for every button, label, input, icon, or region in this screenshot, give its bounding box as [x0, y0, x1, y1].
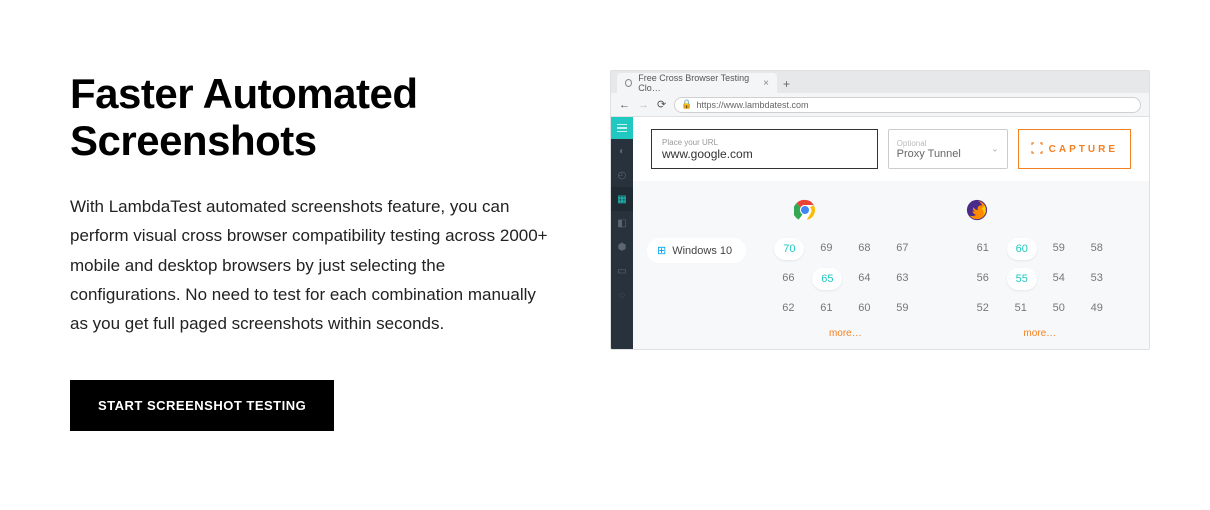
capture-label: CAPTURE: [1049, 144, 1118, 155]
chrome-version-59[interactable]: 59: [888, 298, 916, 318]
firefox-version-56[interactable]: 56: [969, 268, 997, 288]
sidebar-item-integrations[interactable]: ⬢: [611, 235, 633, 259]
firefox-version-55[interactable]: 55: [1007, 268, 1037, 290]
firefox-version-59[interactable]: 59: [1045, 238, 1073, 258]
sidebar-item-responsive[interactable]: ◧: [611, 211, 633, 235]
browser-tab[interactable]: Free Cross Browser Testing Clo… ×: [617, 73, 777, 93]
chrome-version-65[interactable]: 65: [812, 268, 842, 290]
forward-icon[interactable]: →: [638, 99, 649, 111]
os-selector[interactable]: ⊞ Windows 10: [647, 238, 746, 263]
os-row: ⊞ Windows 10 70 69 68 67 66 65 64 63 62 61 60 59 mo…: [647, 238, 1135, 339]
url-value: www.google.com: [662, 147, 867, 161]
tab-title: Free Cross Browser Testing Clo…: [638, 73, 757, 93]
sidebar-item-screenshots[interactable]: ▦: [611, 187, 633, 211]
address-input[interactable]: 🔒 https://www.lambdatest.com: [674, 97, 1141, 113]
sidebar-item-logs[interactable]: ▭: [611, 259, 633, 283]
chrome-version-64[interactable]: 64: [850, 268, 878, 288]
embedded-screenshot: Free Cross Browser Testing Clo… × + ← → …: [610, 70, 1150, 470]
app-sidebar: ◐ ◴ ▦ ◧ ⬢ ▭ ◌: [611, 117, 633, 349]
firefox-version-51[interactable]: 51: [1007, 298, 1035, 318]
capture-icon: [1031, 142, 1043, 157]
firefox-version-grid: 61 60 59 58 56 55 54 53 52 51 50 49: [969, 238, 1111, 318]
sidebar-item-settings[interactable]: ◌: [611, 283, 633, 307]
firefox-version-61[interactable]: 61: [969, 238, 997, 258]
chrome-version-61[interactable]: 61: [812, 298, 840, 318]
proxy-label: Optional: [897, 139, 999, 148]
app-body: ◐ ◴ ▦ ◧ ⬢ ▭ ◌ Place your URL www.google.…: [611, 117, 1149, 349]
firefox-version-block: 61 60 59 58 56 55 54 53 52 51 50 49 more…: [945, 238, 1135, 339]
marketing-copy: Faster Automated Screenshots With Lambda…: [70, 70, 550, 470]
firefox-version-58[interactable]: 58: [1083, 238, 1111, 258]
chrome-version-66[interactable]: 66: [774, 268, 802, 288]
firefox-version-60[interactable]: 60: [1007, 238, 1037, 260]
proxy-value: Proxy Tunnel: [897, 148, 999, 160]
chrome-icon: [794, 199, 816, 224]
chrome-version-69[interactable]: 69: [812, 238, 840, 258]
browser-icon-row: [647, 199, 1135, 224]
tab-strip: Free Cross Browser Testing Clo… × +: [611, 71, 1149, 93]
os-name: Windows 10: [672, 245, 732, 257]
firefox-icon: [966, 199, 988, 224]
page-body: With LambdaTest automated screenshots fe…: [70, 192, 550, 338]
chrome-version-60[interactable]: 60: [850, 298, 878, 318]
url-input[interactable]: Place your URL www.google.com: [651, 129, 878, 169]
chrome-version-68[interactable]: 68: [850, 238, 878, 258]
sidebar-item-realtime[interactable]: ◴: [611, 163, 633, 187]
browser-frame: Free Cross Browser Testing Clo… × + ← → …: [610, 70, 1150, 350]
app-main: Place your URL www.google.com Optional P…: [633, 117, 1149, 349]
chevron-down-icon: ⌄: [991, 144, 999, 155]
favicon-icon: [625, 79, 632, 87]
firefox-version-52[interactable]: 52: [969, 298, 997, 318]
close-icon[interactable]: ×: [763, 78, 769, 89]
chrome-version-grid: 70 69 68 67 66 65 64 63 62 61 60 59: [774, 238, 916, 318]
chrome-version-70[interactable]: 70: [774, 238, 804, 260]
capture-button[interactable]: CAPTURE: [1018, 129, 1131, 169]
firefox-more-link[interactable]: more…: [1023, 328, 1056, 339]
browser-matrix: ⊞ Windows 10 70 69 68 67 66 65 64 63 62 61 60 59 mo…: [633, 181, 1149, 349]
firefox-version-54[interactable]: 54: [1045, 268, 1073, 288]
address-text: https://www.lambdatest.com: [696, 100, 808, 110]
firefox-version-49[interactable]: 49: [1083, 298, 1111, 318]
proxy-select[interactable]: Optional Proxy Tunnel ⌄: [888, 129, 1008, 169]
screenshot-form: Place your URL www.google.com Optional P…: [633, 117, 1149, 181]
page-heading: Faster Automated Screenshots: [70, 70, 550, 164]
hamburger-icon[interactable]: [611, 117, 633, 139]
firefox-version-50[interactable]: 50: [1045, 298, 1073, 318]
chrome-version-67[interactable]: 67: [888, 238, 916, 258]
reload-icon[interactable]: ⟳: [657, 98, 666, 111]
address-bar: ← → ⟳ 🔒 https://www.lambdatest.com: [611, 93, 1149, 117]
windows-icon: ⊞: [657, 244, 666, 257]
sidebar-item-dashboard[interactable]: ◐: [611, 139, 633, 163]
firefox-version-53[interactable]: 53: [1083, 268, 1111, 288]
new-tab-button[interactable]: +: [783, 77, 790, 93]
chrome-version-62[interactable]: 62: [774, 298, 802, 318]
chrome-version-block: 70 69 68 67 66 65 64 63 62 61 60 59 more…: [750, 238, 940, 339]
start-testing-button[interactable]: START SCREENSHOT TESTING: [70, 380, 334, 431]
back-icon[interactable]: ←: [619, 99, 630, 111]
lock-icon: 🔒: [681, 99, 692, 110]
url-placeholder: Place your URL: [662, 138, 867, 147]
chrome-more-link[interactable]: more…: [829, 328, 862, 339]
chrome-version-63[interactable]: 63: [888, 268, 916, 288]
